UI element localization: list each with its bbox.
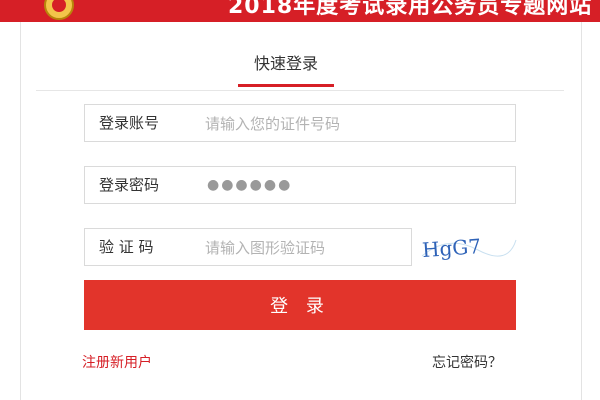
site-title: 2018年度考试录用公务员专题网站 <box>228 0 593 19</box>
account-field: 登录账号 <box>84 104 516 143</box>
login-button[interactable]: 登 录 <box>84 280 516 330</box>
captcha-image[interactable]: HgG7 <box>418 228 518 264</box>
password-field: 登录密码 ●●●●●● <box>84 166 516 204</box>
captcha-field: 验 证 码 <box>84 228 412 267</box>
captcha-text: HgG7 <box>421 234 481 262</box>
register-link[interactable]: 注册新用户 <box>82 352 152 372</box>
national-emblem-icon <box>44 0 74 20</box>
tab-label: 快速登录 <box>253 54 318 73</box>
tab-divider <box>36 90 564 91</box>
site-header: 2018年度考试录用公务员专题网站 <box>0 0 600 22</box>
captcha-input[interactable] <box>203 229 407 267</box>
account-label: 登录账号 <box>99 114 160 132</box>
forgot-password-link[interactable]: 忘记密码？ <box>432 352 502 372</box>
password-input[interactable]: ●●●●●● <box>207 167 292 203</box>
tab-quick-login[interactable]: 快速登录 <box>238 52 334 88</box>
account-input[interactable] <box>203 105 507 143</box>
tab-active-indicator <box>238 84 334 87</box>
password-label: 登录密码 <box>99 176 160 194</box>
captcha-label: 验 证 码 <box>99 238 154 256</box>
